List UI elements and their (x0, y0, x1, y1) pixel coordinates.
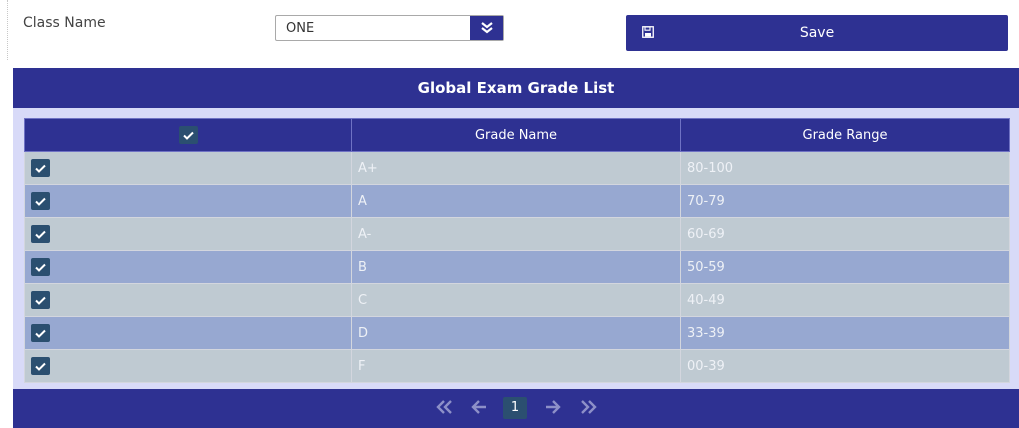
class-name-select[interactable]: ONE (275, 15, 504, 41)
grade-name-cell: F (351, 349, 681, 383)
pager-bar: 1 (13, 389, 1019, 428)
row-checkbox[interactable] (31, 192, 50, 210)
row-checkbox[interactable] (31, 225, 50, 243)
table-row[interactable]: C 40-49 (24, 283, 1010, 317)
grade-name-cell: A- (351, 217, 681, 251)
check-icon (35, 296, 46, 305)
row-select-cell (24, 151, 352, 185)
check-icon (35, 263, 46, 272)
row-select-cell (24, 349, 352, 383)
grade-name-cell: A (351, 184, 681, 218)
grade-range-cell: 80-100 (680, 151, 1010, 185)
grade-name-header[interactable]: Grade Name (351, 118, 681, 152)
table-row[interactable]: F 00-39 (24, 349, 1010, 383)
grade-range-cell: 33-39 (680, 316, 1010, 350)
table-row[interactable]: A 70-79 (24, 184, 1010, 218)
row-select-cell (24, 217, 352, 251)
row-select-cell (24, 316, 352, 350)
row-checkbox[interactable] (31, 258, 50, 276)
grid-title: Global Exam Grade List (13, 68, 1019, 108)
grade-name-cell: B (351, 250, 681, 284)
grade-range-cell: 00-39 (680, 349, 1010, 383)
dropdown-toggle[interactable] (470, 16, 503, 40)
grade-range-cell: 40-49 (680, 283, 1010, 317)
grade-range-cell: 70-79 (680, 184, 1010, 218)
table-row[interactable]: D 33-39 (24, 316, 1010, 350)
row-select-cell (24, 283, 352, 317)
row-select-cell (24, 250, 352, 284)
left-divider (7, 0, 8, 60)
grade-table: Grade Name Grade Range A+ 80-100 A 70-79… (24, 118, 1010, 383)
select-all-checkbox[interactable] (178, 126, 198, 144)
current-page-button[interactable]: 1 (503, 397, 527, 419)
row-checkbox[interactable] (31, 159, 50, 177)
row-select-cell (24, 184, 352, 218)
check-icon (35, 329, 46, 338)
next-page-icon[interactable] (545, 400, 561, 418)
check-icon (35, 230, 46, 239)
check-icon (35, 362, 46, 371)
row-checkbox[interactable] (31, 357, 50, 375)
table-row[interactable]: B 50-59 (24, 250, 1010, 284)
save-button[interactable]: Save (626, 15, 1008, 51)
row-checkbox[interactable] (31, 291, 50, 309)
last-page-icon[interactable] (579, 400, 597, 418)
table-header-row: Grade Name Grade Range (24, 118, 1010, 152)
row-checkbox[interactable] (31, 324, 50, 342)
grade-range-cell: 50-59 (680, 250, 1010, 284)
grade-range-cell: 60-69 (680, 217, 1010, 251)
class-name-label: Class Name (23, 15, 106, 31)
class-name-value: ONE (286, 21, 315, 36)
first-page-icon[interactable] (436, 400, 454, 418)
select-all-header (24, 118, 352, 152)
grade-name-cell: A+ (351, 151, 681, 185)
prev-page-icon[interactable] (471, 400, 487, 418)
check-icon (35, 164, 46, 173)
check-icon (35, 197, 46, 206)
check-icon (182, 131, 194, 140)
chevron-double-down-icon (480, 22, 493, 34)
grade-name-cell: D (351, 316, 681, 350)
grade-range-header[interactable]: Grade Range (680, 118, 1010, 152)
grade-name-cell: C (351, 283, 681, 317)
table-row[interactable]: A+ 80-100 (24, 151, 1010, 185)
save-button-label: Save (799, 25, 835, 41)
table-row[interactable]: A- 60-69 (24, 217, 1010, 251)
grade-grid-panel: Global Exam Grade List Grade Name Grade … (13, 68, 1019, 390)
